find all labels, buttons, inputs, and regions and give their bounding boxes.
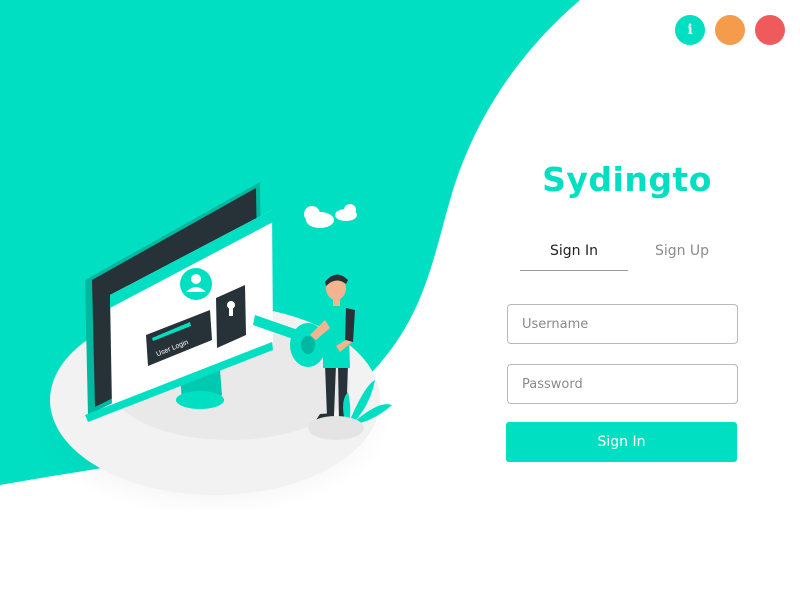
tab-sign-up[interactable]: Sign Up xyxy=(628,240,736,272)
user-avatar-icon xyxy=(180,268,212,300)
login-illustration: User Login xyxy=(40,182,392,510)
info-button[interactable]: i xyxy=(675,15,705,45)
brand-logo: Sydingto xyxy=(542,160,712,199)
password-input[interactable] xyxy=(507,364,738,404)
auth-tabs: Sign In Sign Up xyxy=(520,240,736,272)
tab-sign-in[interactable]: Sign In xyxy=(520,240,628,271)
username-input[interactable] xyxy=(507,304,738,344)
cloud-icon xyxy=(304,204,357,228)
minimize-button[interactable] xyxy=(715,15,745,45)
info-icon: i xyxy=(687,22,693,38)
sign-in-button[interactable]: Sign In xyxy=(506,422,737,462)
close-button[interactable] xyxy=(755,15,785,45)
login-window: i User Login Sydingto Sign In Sign Up Us… xyxy=(0,0,800,600)
person-shadow xyxy=(308,416,364,440)
